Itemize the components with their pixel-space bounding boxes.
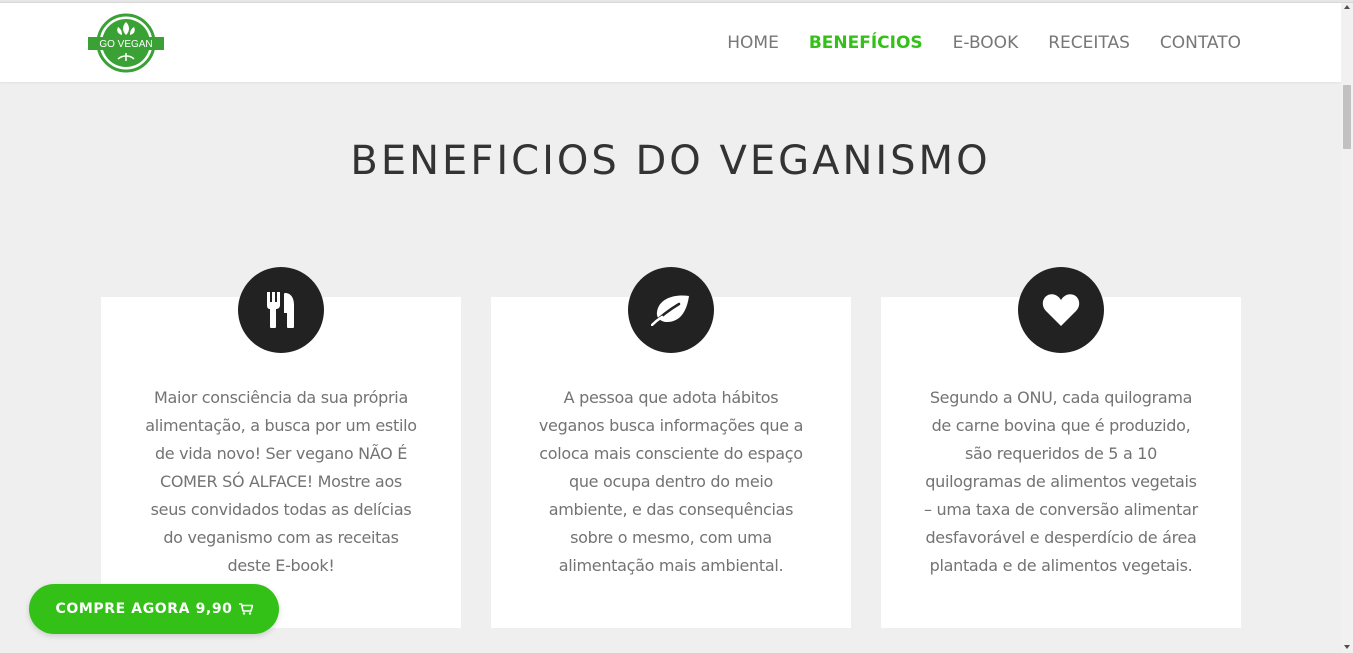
shopping-cart-icon xyxy=(238,603,253,615)
scroll-thumb[interactable] xyxy=(1343,85,1351,149)
main-nav: HOME BENEFÍCIOS E-BOOK RECEITAS CONTATO xyxy=(697,3,1241,82)
nav-ebook[interactable]: E-BOOK xyxy=(953,33,1019,53)
benefit-card-text: A pessoa que adota hábitos veganos busca… xyxy=(538,388,804,575)
leaf-icon xyxy=(628,267,714,353)
utensils-icon xyxy=(238,267,324,353)
benefit-card-3: Segundo a ONU, cada quilograma de carne … xyxy=(881,267,1241,628)
logo-text: GO VEGAN xyxy=(99,39,152,50)
benefit-card-2: A pessoa que adota hábitos veganos busca… xyxy=(491,267,851,628)
benefit-card-text: Maior consciência da sua própria aliment… xyxy=(145,388,417,575)
benefit-card-1: Maior consciência da sua própria aliment… xyxy=(101,267,461,628)
nav-beneficios[interactable]: BENEFÍCIOS xyxy=(809,33,923,53)
page-scrollbar[interactable] xyxy=(1341,3,1353,653)
logo-badge-icon: GO VEGAN xyxy=(88,13,164,73)
go-vegan-logo[interactable]: GO VEGAN xyxy=(88,13,164,73)
heart-icon xyxy=(1018,267,1104,353)
scroll-up-arrow-icon[interactable] xyxy=(1344,5,1350,9)
nav-home[interactable]: HOME xyxy=(727,33,779,53)
buy-now-label: COMPRE AGORA 9,90 xyxy=(55,601,233,617)
section-title: BENEFICIOS DO VEGANISMO xyxy=(350,138,991,184)
scroll-down-arrow-icon[interactable] xyxy=(1344,645,1350,649)
site-header: GO VEGAN HOME BENEFÍCIOS E-BOOK RECEITAS… xyxy=(0,3,1341,82)
benefit-card-text: Segundo a ONU, cada quilograma de carne … xyxy=(924,388,1198,575)
nav-receitas[interactable]: RECEITAS xyxy=(1048,33,1130,53)
nav-contato[interactable]: CONTATO xyxy=(1160,33,1241,53)
buy-now-button[interactable]: COMPRE AGORA 9,90 xyxy=(29,584,279,634)
